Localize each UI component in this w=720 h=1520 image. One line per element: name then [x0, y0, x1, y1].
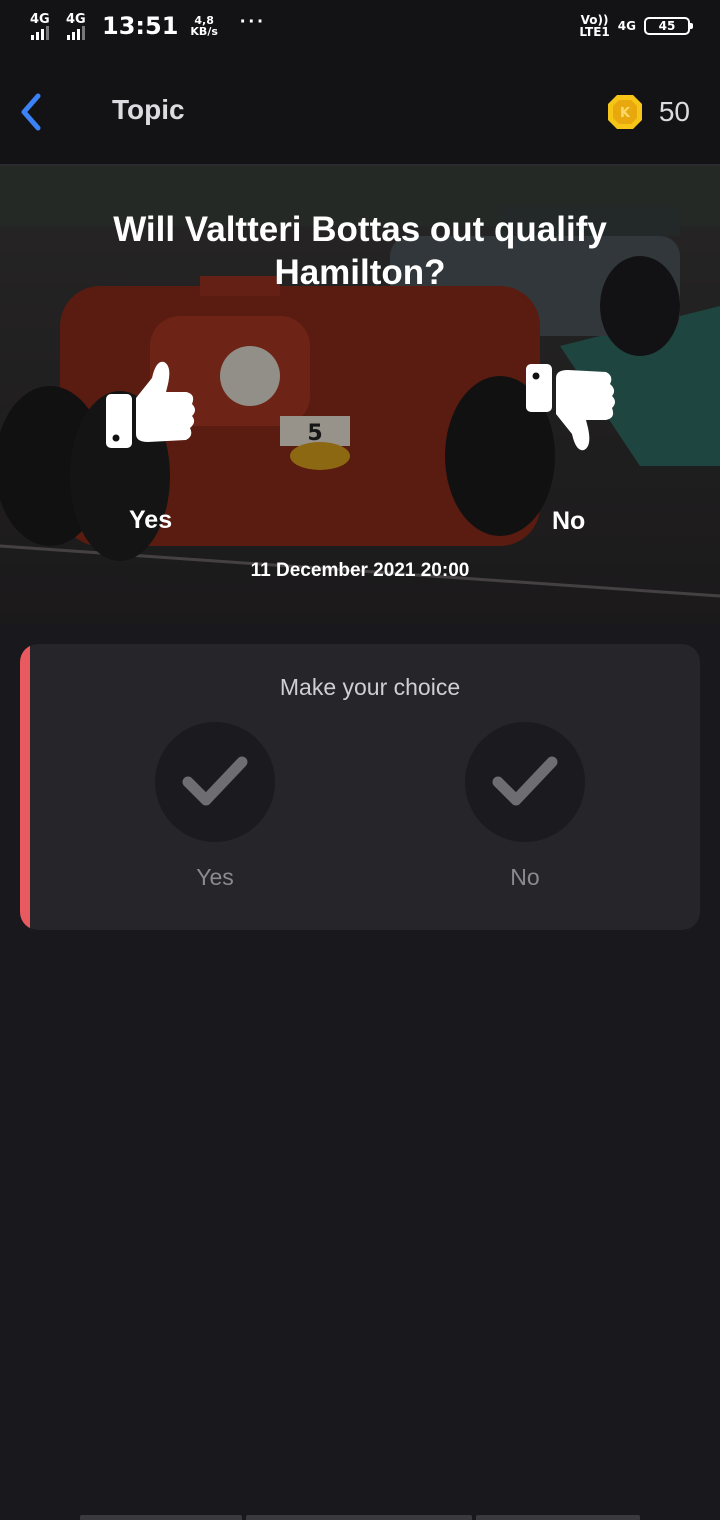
svg-text:K: K — [620, 106, 631, 121]
signal-icon-2: 4G — [66, 12, 90, 40]
choice-yes-label: Yes — [196, 864, 234, 890]
choice-no-label: No — [510, 864, 540, 890]
network-speed: 4,8 KB/s — [190, 15, 217, 37]
topic-date: 11 December 2021 20:00 — [250, 560, 470, 581]
choice-yes-button[interactable]: Yes — [155, 722, 275, 892]
choice-no-button[interactable]: No — [465, 722, 585, 892]
network-type-label-2: 4G — [66, 12, 86, 27]
coin-count: 50 — [658, 96, 690, 127]
status-bar: 4G 4G 13:51 4,8 KB/s ··· Vo)) LTE1 4G 45 — [0, 0, 720, 58]
check-icon — [465, 722, 585, 842]
volte-bottom: LTE1 — [579, 25, 610, 39]
choice-card: Make your choice Yes No — [20, 644, 700, 930]
no-vote-label: No — [552, 507, 586, 535]
topic-question: Will Valtteri Bottas out qualify Hamilto… — [113, 210, 607, 292]
coin-balance[interactable]: K 50 — [605, 92, 690, 132]
thumbs-up-icon[interactable] — [100, 356, 200, 456]
choice-card-title: Make your choice — [279, 674, 461, 700]
network-type-3: 4G — [617, 19, 636, 33]
network-type-label: 4G — [30, 12, 50, 27]
check-icon — [155, 722, 275, 842]
topic-hero: 5 Will Valtteri Bottas out qualify Hamil… — [0, 166, 720, 624]
volte-indicator: Vo)) LTE1 — [579, 14, 609, 38]
battery-icon: 45 — [644, 17, 693, 35]
app-bar: Topic K 50 — [0, 58, 720, 166]
speed-unit: KB/s — [190, 25, 218, 38]
more-notifications-icon: ··· — [239, 10, 266, 33]
signal-icon: 4G — [30, 12, 54, 40]
page-title: Topic — [112, 94, 185, 125]
coin-icon: K — [607, 95, 642, 129]
navigation-bar — [80, 1515, 640, 1520]
thumbs-down-icon[interactable] — [520, 356, 620, 456]
battery-level: 45 — [658, 19, 676, 33]
clock: 13:51 — [102, 12, 179, 40]
yes-vote-label: Yes — [129, 506, 173, 534]
back-arrow-icon[interactable] — [14, 88, 54, 136]
